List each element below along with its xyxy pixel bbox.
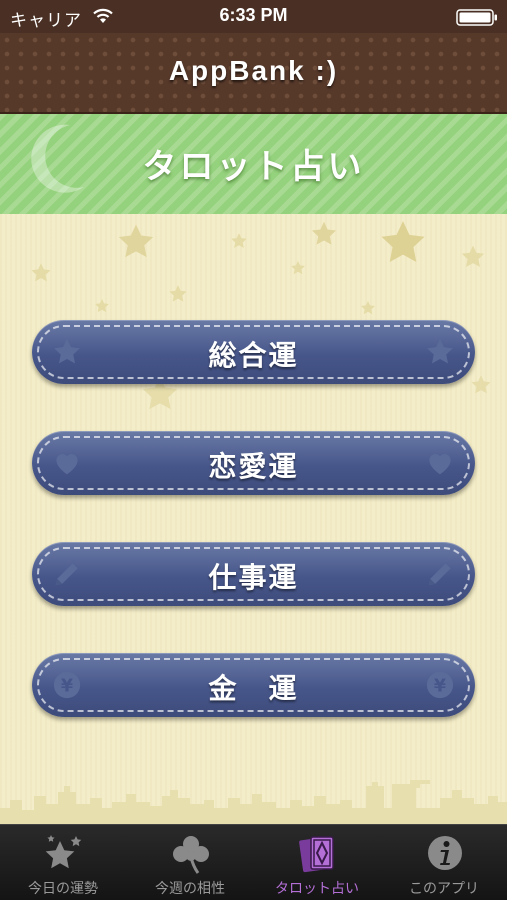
money-fortune-button[interactable]: ¥ 金 運 ¥	[32, 653, 475, 717]
star-icon	[427, 338, 453, 364]
decorative-star-icon	[291, 261, 305, 275]
clover-icon	[173, 836, 209, 874]
city-skyline-silhouette	[0, 780, 507, 824]
app-title: AppBank :)	[168, 55, 339, 86]
money-fortune-label: 金 運	[208, 672, 299, 705]
tab-bar: 今日の運勢 今週の相性 タロット占い このアプリ	[0, 824, 507, 900]
tab-label: タロット占い	[275, 881, 359, 897]
decorative-star-icon	[311, 221, 337, 245]
overall-fortune-button[interactable]: 総合運	[32, 320, 475, 384]
decorative-star-icon	[461, 245, 485, 267]
main-content: 総合運 恋愛運 仕事運 ¥ 金 運 ¥	[0, 214, 507, 824]
tab-label: 今日の運勢	[28, 881, 98, 897]
tab-label: 今週の相性	[155, 881, 225, 897]
page-banner: タロット占い	[0, 114, 507, 222]
decorative-star-icon	[471, 375, 491, 394]
love-fortune-button[interactable]: 恋愛運	[32, 431, 475, 495]
tab-weekly-compatibility[interactable]: 今週の相性	[127, 825, 253, 900]
love-fortune-label: 恋愛運	[208, 450, 299, 483]
work-fortune-button[interactable]: 仕事運	[32, 542, 475, 606]
pencil-icon	[428, 563, 451, 586]
tab-label: このアプリ	[409, 881, 479, 897]
clock: 6:33 PM	[219, 5, 288, 25]
decorative-star-icon	[95, 299, 109, 313]
tarot-cards-icon	[299, 836, 334, 873]
decorative-star-icon	[381, 221, 425, 262]
decorative-star-icon	[361, 301, 375, 315]
yen-coin-icon: ¥	[426, 671, 454, 699]
svg-text:¥: ¥	[434, 676, 446, 696]
battery-icon	[456, 9, 497, 26]
decorative-star-icon	[31, 263, 51, 282]
work-fortune-label: 仕事運	[208, 561, 299, 594]
heart-icon	[429, 454, 451, 475]
app-header: AppBank :)	[0, 33, 507, 114]
decorative-star-icon	[118, 224, 154, 258]
tab-tarot-reading[interactable]: タロット占い	[254, 825, 380, 900]
page-title: タロット占い	[142, 147, 365, 187]
stars-icon	[45, 835, 82, 869]
decorative-star-icon	[169, 285, 187, 302]
status-bar: キャリア 6:33 PM	[0, 0, 507, 33]
info-icon	[428, 836, 462, 870]
tab-todays-fortune[interactable]: 今日の運勢	[0, 825, 126, 900]
tab-about-app[interactable]: このアプリ	[381, 825, 507, 900]
decorative-star-icon	[231, 233, 247, 248]
overall-fortune-label: 総合運	[208, 339, 299, 372]
